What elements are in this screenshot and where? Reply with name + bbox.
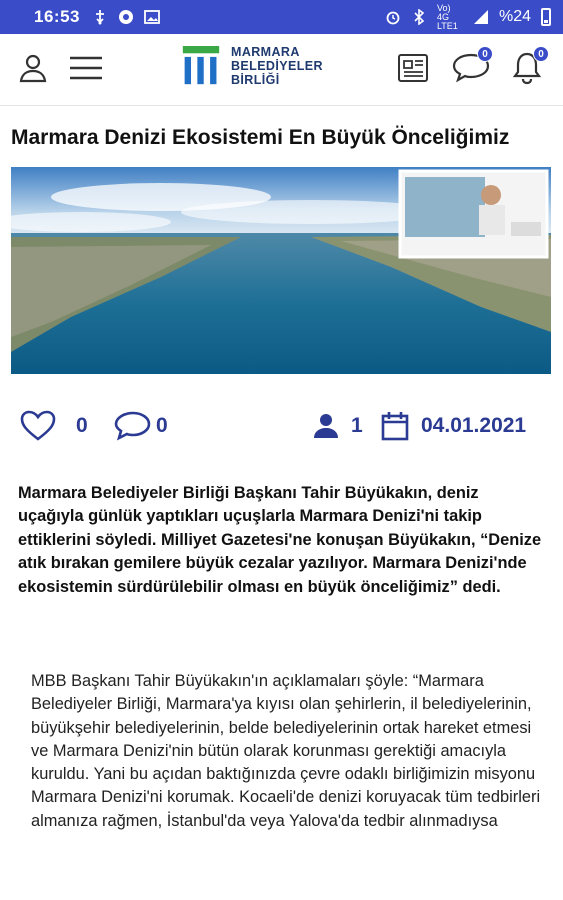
signal-icon <box>473 10 488 24</box>
article-lead: Marmara Belediyeler Birliği Başkanı Tahi… <box>18 484 542 596</box>
article-body: MBB Başkanı Tahir Büyükakın'ın açıklamal… <box>31 672 541 830</box>
logo-text: MARMARA BELEDİYELER BİRLİĞİ <box>231 45 323 87</box>
notifications-button[interactable]: 0 <box>507 46 549 88</box>
mbb-logo-mark <box>182 46 220 85</box>
battery-icon <box>541 8 551 26</box>
heart-icon <box>20 410 56 441</box>
battery-percent: %24 <box>498 8 531 25</box>
vpn-icon <box>118 10 133 24</box>
publish-date: 04.01.2021 <box>381 404 526 448</box>
article-meta: 0 0 1 04.01.2021 <box>0 404 563 448</box>
like-button[interactable]: 0 <box>20 404 88 448</box>
status-bar: 16:53 Vo) 4G LTE1 %24 <box>0 0 563 34</box>
comment-button[interactable]: 0 <box>114 404 168 448</box>
newspaper-icon <box>398 54 428 82</box>
aerial-sea-photo <box>11 167 551 374</box>
notifications-badge: 0 <box>533 46 549 62</box>
person-icon <box>314 414 338 438</box>
app-bar: MARMARA BELEDİYELER BİRLİĞİ 0 0 <box>0 34 563 106</box>
hamburger-icon <box>70 56 102 80</box>
app-logo[interactable]: MARMARA BELEDİYELER BİRLİĞİ <box>181 45 323 87</box>
comment-count: 0 <box>156 414 168 437</box>
status-time: 16:53 <box>34 7 80 26</box>
user-icon <box>19 54 47 83</box>
comment-icon <box>114 411 151 441</box>
messages-button[interactable]: 0 <box>451 46 493 88</box>
messages-badge: 0 <box>477 46 493 62</box>
logo-line-1: MARMARA <box>231 45 300 59</box>
logo-line-3: BİRLİĞİ <box>231 73 280 87</box>
article-hero-image[interactable] <box>11 167 551 374</box>
newspaper-button[interactable] <box>393 48 433 88</box>
image-icon <box>144 10 160 24</box>
network-label: Vo) 4G LTE1 <box>436 2 458 31</box>
like-count: 0 <box>76 414 88 437</box>
date-text: 04.01.2021 <box>421 414 527 437</box>
alarm-icon <box>386 11 400 25</box>
usb-icon <box>95 10 104 25</box>
profile-button[interactable] <box>13 48 53 88</box>
view-count: 1 <box>351 414 363 437</box>
menu-button[interactable] <box>66 48 106 88</box>
logo-line-2: BELEDİYELER <box>231 59 323 73</box>
views: 1 <box>313 404 363 448</box>
calendar-icon <box>381 412 409 441</box>
article-title: Marmara Denizi Ekosistemi En Büyük Öncel… <box>11 126 510 149</box>
bluetooth-icon <box>414 9 425 25</box>
